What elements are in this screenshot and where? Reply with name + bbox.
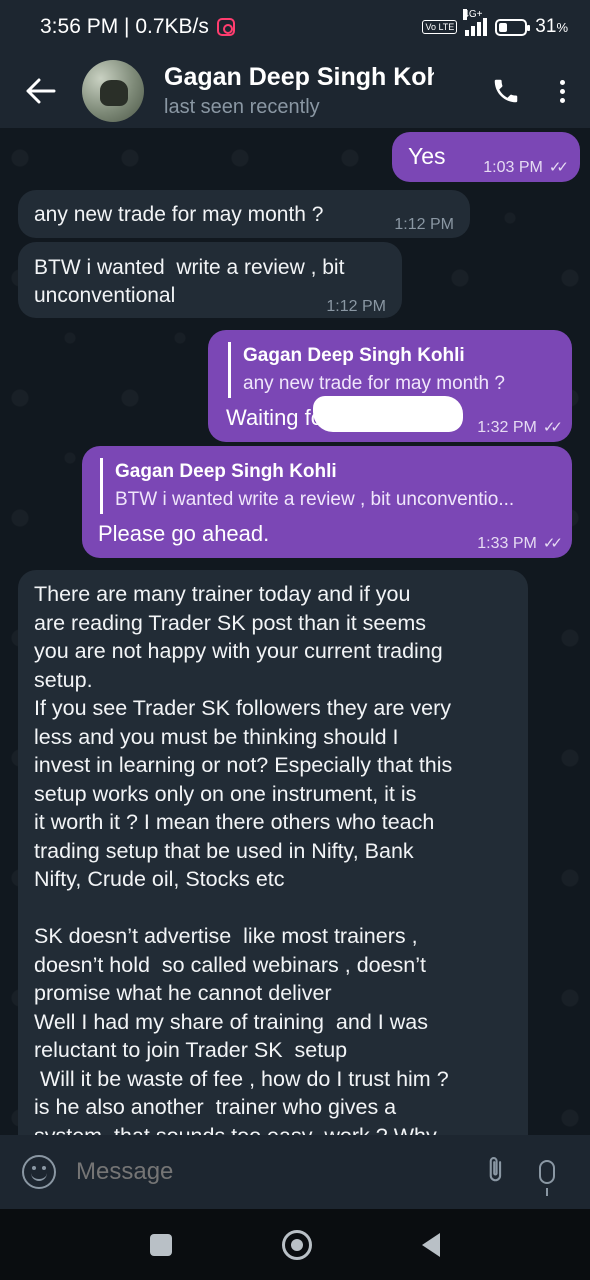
message-bubble-outgoing[interactable]: Yes 1:03 PM ✓✓ <box>392 132 580 182</box>
message-time: 1:12 PM <box>326 298 386 315</box>
emoji-icon[interactable] <box>22 1155 56 1189</box>
back-button[interactable] <box>422 1232 440 1257</box>
message-input-bar <box>0 1135 590 1209</box>
reply-quote[interactable]: Gagan Deep Singh Kohli BTW i wanted writ… <box>100 458 562 514</box>
chat-header: Gagan Deep Singh Kohli last seen recentl… <box>0 54 590 128</box>
system-nav-bar <box>0 1209 590 1280</box>
reply-text: any new trade for may month ? <box>243 373 505 394</box>
message-time: 1:32 PM ✓✓ <box>477 419 563 436</box>
reply-author: Gagan Deep Singh Kohli <box>115 461 337 482</box>
back-arrow-icon[interactable] <box>0 54 82 128</box>
contact-info[interactable]: Gagan Deep Singh Kohli last seen recentl… <box>164 63 478 119</box>
message-text: BTW i wanted write a review , bit unconv… <box>34 256 351 307</box>
message-text: Please go ahead. <box>98 521 270 546</box>
message-text: Yes <box>408 143 446 169</box>
message-input[interactable] <box>76 1158 462 1186</box>
reply-text: BTW i wanted write a review , bit unconv… <box>115 489 515 510</box>
signal-icon: 4G+ <box>463 9 488 36</box>
message-bubble-outgoing-reply[interactable]: Gagan Deep Singh Kohli BTW i wanted writ… <box>82 446 572 558</box>
message-time: 1:33 PM ✓✓ <box>477 535 563 552</box>
message-bubble-outgoing-reply[interactable]: Gagan Deep Singh Kohli any new trade for… <box>208 330 572 442</box>
double-check-icon: ✓✓ <box>542 419 563 436</box>
message-text: any new trade for may month ? <box>34 203 324 226</box>
status-time-speed: 3:56 PM | 0.7KB/s <box>40 15 209 38</box>
double-check-icon: ✓✓ <box>542 535 563 552</box>
status-bar: 3:56 PM | 0.7KB/s Vo LTE 4G+ 31% <box>0 0 590 54</box>
paperclip-icon[interactable] <box>457 1137 526 1206</box>
home-button[interactable] <box>282 1229 312 1260</box>
message-bubble-incoming[interactable]: BTW i wanted write a review , bit unconv… <box>18 242 402 318</box>
message-bubble-incoming-long[interactable]: There are many trainer today and if you … <box>18 570 528 1135</box>
redaction-mark <box>313 396 463 432</box>
reply-author: Gagan Deep Singh Kohli <box>243 345 465 366</box>
volte-icon: Vo LTE <box>422 20 458 34</box>
instagram-notification-icon <box>216 18 235 36</box>
double-check-icon: ✓✓ <box>548 159 569 176</box>
avatar[interactable] <box>82 60 144 122</box>
recents-button[interactable] <box>150 1233 172 1256</box>
message-time: 1:12 PM <box>394 216 454 233</box>
contact-name: Gagan Deep Singh Kohli <box>164 63 434 91</box>
phone-icon[interactable] <box>478 54 534 128</box>
message-text: There are many trainer today and if you … <box>34 582 453 1135</box>
last-seen-status: last seen recently <box>164 96 320 118</box>
network-type: 4G+ <box>463 9 483 20</box>
chat-area[interactable]: Yes 1:03 PM ✓✓ any new trade for may mont… <box>0 128 590 1135</box>
message-bubble-incoming[interactable]: any new trade for may month ? 1:12 PM <box>18 190 470 238</box>
message-time: 1:03 PM ✓✓ <box>483 159 569 176</box>
battery-percent: 31% <box>535 16 568 37</box>
battery-icon <box>495 18 531 36</box>
more-vert-icon[interactable] <box>534 54 590 128</box>
microphone-icon[interactable] <box>522 1160 572 1196</box>
reply-quote[interactable]: Gagan Deep Singh Kohli any new trade for… <box>228 342 558 398</box>
